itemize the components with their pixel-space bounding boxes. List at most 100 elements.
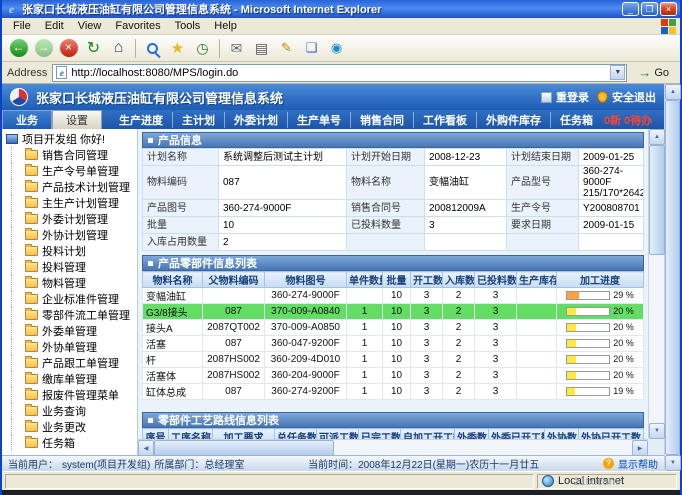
history-icon[interactable]: ◷ (191, 37, 214, 60)
folder-icon (25, 214, 38, 224)
parts-row[interactable]: 变幅油缸 360-274-9000F 10 3 2 3 (143, 288, 644, 304)
go-button[interactable]: → Go (632, 63, 675, 83)
tree-item[interactable]: 投料计划 (11, 243, 137, 259)
tree-item[interactable]: 生产令号单管理 (11, 163, 137, 179)
forward-icon[interactable]: → (32, 37, 55, 60)
scroll-right-button[interactable]: ▶ (632, 440, 648, 456)
tree-item[interactable]: 销售合同管理 (11, 147, 137, 163)
scroll-track[interactable] (649, 255, 664, 423)
menu-item[interactable]: Help (207, 19, 244, 33)
logout-button[interactable]: 安全退出 (597, 89, 656, 105)
discuss-icon[interactable]: ❏ (300, 37, 323, 60)
parts-row[interactable]: 缸体总成 087 360-274-9200F 1 10 3 2 3 (143, 384, 644, 400)
address-input[interactable]: e http://localhost:8080/MPS/login.do ▼ (52, 64, 627, 82)
folder-icon (25, 422, 38, 432)
tree-item[interactable]: 业务查询 (11, 403, 137, 419)
tree-item[interactable]: 任务箱 (11, 435, 137, 451)
home-icon[interactable]: ⌂ (107, 37, 130, 60)
scroll-up-button[interactable]: ▲ (649, 129, 665, 145)
status-message-pane (5, 474, 534, 489)
browser-vertical-scrollbar[interactable]: ▲ ▼ (664, 84, 680, 471)
main-vertical-scrollbar[interactable]: ▲ ▼ (648, 129, 664, 439)
folder-icon (25, 198, 38, 208)
nav-item[interactable]: 工作看板 (414, 112, 477, 128)
tree-item[interactable]: 报废件管理菜单 (11, 387, 137, 403)
mail-icon[interactable]: ✉ (225, 37, 248, 60)
product-info-header: 产品信息 (142, 132, 644, 148)
address-dropdown-button[interactable]: ▼ (610, 65, 625, 80)
edit-icon[interactable]: ✎ (275, 37, 298, 60)
tree-item[interactable]: 物料管理 (11, 275, 137, 291)
close-button[interactable]: × (660, 2, 677, 16)
tree-item[interactable]: 外委单管理 (11, 323, 137, 339)
vertical-scroll-thumb[interactable] (649, 145, 665, 255)
progress-bar (566, 307, 610, 316)
tree-item[interactable]: 投料管理 (11, 259, 137, 275)
nav-item[interactable]: 生产进度 (110, 112, 173, 128)
cell-material-name: 接头A (143, 320, 203, 336)
tab-business[interactable]: 业务 (2, 110, 52, 129)
progress-fill (567, 372, 575, 379)
browser-scroll-thumb[interactable] (665, 100, 680, 455)
nav-item[interactable]: 任务箱 (551, 112, 602, 128)
field-label: 物料编码 (143, 166, 219, 200)
horizontal-scroll-thumb[interactable] (154, 440, 334, 456)
menu-item[interactable]: File (6, 19, 38, 33)
tree-item-label: 主生产计划管理 (42, 195, 119, 211)
maximize-button[interactable]: ❐ (641, 2, 658, 16)
parts-row[interactable]: G3/8接头 087 370-009-A0840 1 10 3 2 3 (143, 304, 644, 320)
parts-row[interactable]: 杆 2087HS002 360-209-4D010 1 10 3 2 3 (143, 352, 644, 368)
menu-item[interactable]: Edit (38, 19, 71, 33)
relogin-button[interactable]: 重登录 (541, 89, 589, 105)
tree-item[interactable]: 产品技术计划管理 (11, 179, 137, 195)
nav-item[interactable]: 主计划 (173, 112, 225, 128)
scroll-track[interactable] (334, 440, 632, 455)
parts-row[interactable]: 活塞 087 360-047-9200F 1 10 3 2 3 (143, 336, 644, 352)
favorites-icon[interactable]: ★ (166, 37, 189, 60)
cell-progress: 29 % (557, 288, 644, 304)
refresh-icon[interactable]: ↻ (82, 37, 105, 60)
cell-stock (517, 336, 557, 352)
scroll-up-button[interactable]: ▲ (665, 84, 681, 100)
folder-icon (25, 278, 38, 288)
cell-batch: 10 (383, 336, 411, 352)
tree-item[interactable]: 企业标准件管理 (11, 291, 137, 307)
nav-item[interactable]: 外委计划 (225, 112, 288, 128)
search-icon[interactable] (141, 37, 164, 60)
scroll-left-button[interactable]: ◀ (138, 440, 154, 456)
address-url[interactable]: http://localhost:8080/MPS/login.do (71, 67, 606, 79)
menu-item[interactable]: Tools (168, 19, 208, 33)
parts-row[interactable]: 接头A 2087QT002 370-009-A0850 1 10 3 2 3 (143, 320, 644, 336)
scroll-down-button[interactable]: ▼ (649, 423, 665, 439)
nav-item[interactable]: 生产单号 (288, 112, 351, 128)
column-header: 自加工开工数 (401, 429, 455, 440)
tree-item[interactable]: 缴库单管理 (11, 371, 137, 387)
field-value: 200812009A (425, 200, 507, 217)
tree-item[interactable]: 业务更改 (11, 419, 137, 435)
tree-item[interactable]: 主生产计划管理 (11, 195, 137, 211)
tree-item[interactable]: 外协计划管理 (11, 227, 137, 243)
tree-root[interactable]: 项目开发组 你好! (6, 131, 137, 147)
field-value: 2009-01-15 (579, 217, 644, 234)
menu-item[interactable]: Favorites (108, 19, 167, 33)
nav-item[interactable]: 销售合同 (351, 112, 414, 128)
menu-item[interactable]: View (71, 19, 109, 33)
field-label: 销售合同号 (347, 200, 425, 217)
minimize-button[interactable]: _ (622, 2, 639, 16)
back-icon[interactable]: ← (7, 37, 30, 60)
show-help-link[interactable]: 显示帮助 (618, 456, 658, 471)
tree-item[interactable]: 外委计划管理 (11, 211, 137, 227)
nav-item[interactable]: 外购件库存 (477, 112, 551, 128)
messenger-icon[interactable]: ◉ (325, 37, 348, 60)
scroll-down-button[interactable]: ▼ (665, 455, 681, 471)
stop-icon[interactable]: × (57, 37, 80, 60)
folder-icon (25, 342, 38, 352)
route-section: 零部件工艺路线信息列表 序号工序名称加工要求总任务数可派工数已完工数自加工开工数… (142, 412, 644, 439)
parts-row[interactable]: 活塞体 2087HS002 360-204-9000F 1 10 3 2 3 (143, 368, 644, 384)
print-icon[interactable]: ▤ (250, 37, 273, 60)
tab-settings[interactable]: 设置 (52, 110, 102, 129)
tree-item[interactable]: 产品跟工单管理 (11, 355, 137, 371)
tree-item[interactable]: 外协单管理 (11, 339, 137, 355)
main-horizontal-scrollbar[interactable]: ◀ ▶ (138, 439, 648, 455)
tree-item[interactable]: 零部件流工单管理 (11, 307, 137, 323)
